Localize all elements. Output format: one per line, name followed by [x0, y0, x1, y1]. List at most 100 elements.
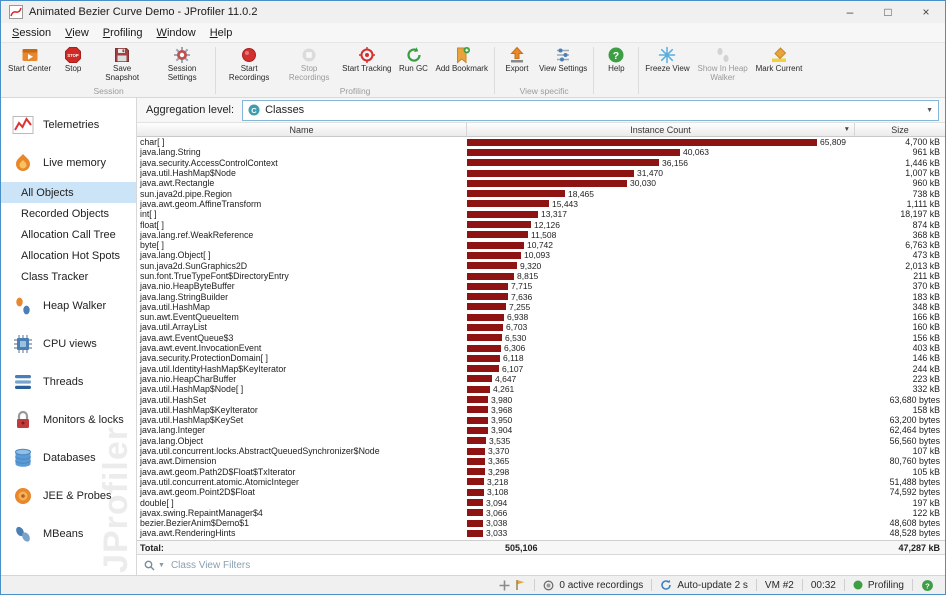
statusbar-segment-quick-actions[interactable] — [491, 576, 534, 594]
sidebar-subitem-class-tracker[interactable]: Class Tracker — [1, 266, 136, 287]
table-row[interactable]: byte[ ] 10,742 6,763 kB — [137, 240, 945, 250]
sidebar-subitem-allocation-hot-spots[interactable]: Allocation Hot Spots — [1, 245, 136, 266]
cell-name: char[ ] — [140, 137, 165, 148]
sidebar-subitem-recorded-objects[interactable]: Recorded Objects — [1, 203, 136, 224]
stop-button[interactable]: STOP Stop — [54, 45, 92, 74]
table-row[interactable]: java.lang.Object[ ] 10,093 473 kB — [137, 250, 945, 260]
save-snapshot-button[interactable]: Save Snapshot — [92, 45, 152, 82]
table-row[interactable]: bezier.BezierAnim$Demo$1 3,038 48,608 byte… — [137, 518, 945, 528]
sidebar-item-jee-probes[interactable]: JEE & Probes — [1, 477, 136, 515]
cell-instance-count: 6,306 — [467, 343, 855, 353]
cell-name: float[ ] — [140, 219, 164, 230]
table-row[interactable]: java.util.concurrent.locks.AbstractQueue… — [137, 446, 945, 456]
sidebar-item-cpu-views[interactable]: CPU views — [1, 325, 136, 363]
table-row[interactable]: java.util.IdentityHashMap$KeyIterator 6,1… — [137, 364, 945, 374]
show-in-heap-walker-button[interactable]: Show In Heap Walker — [693, 45, 753, 82]
table-row[interactable]: java.awt.geom.Point2D$Float 3,108 74,592 b… — [137, 487, 945, 497]
column-header-size[interactable]: Size — [855, 123, 945, 136]
class-view-filters-input[interactable]: ▼ Class View Filters — [137, 554, 945, 575]
statusbar-segment-auto-update[interactable]: Auto-update 2 s — [652, 576, 756, 594]
table-row[interactable]: java.lang.Integer 3,904 62,464 bytes — [137, 425, 945, 435]
table-row[interactable]: java.security.ProtectionDomain[ ] 6,118 14… — [137, 353, 945, 363]
export-button[interactable]: Export — [498, 45, 536, 74]
cell-name: java.awt.geom.Point2D$Float — [140, 487, 255, 498]
instance-count-bar — [467, 499, 483, 507]
table-row[interactable]: sun.awt.EventQueueItem 6,938 166 kB — [137, 312, 945, 322]
menu-view[interactable]: View — [58, 27, 96, 39]
table-row[interactable]: java.awt.geom.AffineTransform 15,443 1,111… — [137, 199, 945, 209]
table-row[interactable]: java.util.HashSet 3,980 63,680 bytes — [137, 394, 945, 405]
start-center-button[interactable]: Start Center — [5, 45, 54, 74]
view-settings-button[interactable]: View Settings — [536, 45, 590, 74]
cell-name: java.awt.RenderingHints — [140, 528, 236, 539]
table-row[interactable]: java.awt.Rectangle 30,030 960 kB — [137, 178, 945, 188]
close-button[interactable]: × — [907, 1, 945, 23]
sidebar-item-threads[interactable]: Threads — [1, 363, 136, 401]
table-row[interactable]: java.util.HashMap$Node 31,470 1,007 kB — [137, 168, 945, 178]
freeze-view-button[interactable]: Freeze View — [642, 45, 692, 74]
stop-recordings-button[interactable]: Stop Recordings — [279, 45, 339, 82]
table-row[interactable]: java.awt.EventQueue$3 6,530 156 kB — [137, 333, 945, 343]
table-row[interactable]: java.util.HashMap$KeySet 3,950 63,200 byte… — [137, 415, 945, 425]
table-row[interactable]: java.lang.ref.WeakReference 11,508 368 kB — [137, 230, 945, 240]
add-bookmark-button[interactable]: Add Bookmark — [433, 45, 491, 74]
start-recordings-icon — [240, 46, 258, 64]
menu-help[interactable]: Help — [203, 27, 240, 39]
table-row[interactable]: java.util.HashMap$Node[ ] 4,261 332 kB — [137, 384, 945, 394]
table-row[interactable]: java.awt.Dimension 3,365 80,760 bytes — [137, 456, 945, 466]
session-settings-button[interactable]: Session Settings — [152, 45, 212, 82]
menu-profiling[interactable]: Profiling — [96, 27, 150, 39]
cell-size: 160 kB — [912, 322, 940, 333]
run-gc-button[interactable]: Run GC — [395, 45, 433, 74]
table-row[interactable]: java.lang.Object 3,535 56,560 bytes — [137, 436, 945, 446]
table-row[interactable]: java.util.ArrayList 6,703 160 kB — [137, 322, 945, 332]
table-row[interactable]: sun.java2d.pipe.Region 18,465 738 kB — [137, 188, 945, 199]
cell-size: 48,608 bytes — [889, 518, 940, 529]
minimize-button[interactable]: – — [831, 1, 869, 23]
table-row[interactable]: char[ ] 65,809 4,700 kB — [137, 137, 945, 147]
table-row[interactable]: java.awt.RenderingHints 3,033 48,528 bytes — [137, 528, 945, 538]
table-row[interactable]: java.lang.String 40,063 961 kB — [137, 147, 945, 157]
maximize-button[interactable]: □ — [869, 1, 907, 23]
sidebar-item-telemetries[interactable]: Telemetries — [1, 106, 136, 144]
statusbar-segment-profiling-state[interactable]: Profiling — [845, 576, 912, 594]
table-row[interactable]: java.util.HashMap$KeyIterator 3,968 158 kB — [137, 405, 945, 415]
cell-name: byte[ ] — [140, 240, 164, 251]
table-row[interactable]: java.awt.geom.Path2D$Float$TxIterator 3,2… — [137, 467, 945, 477]
table-row[interactable]: java.nio.HeapCharBuffer 4,647 223 kB — [137, 374, 945, 384]
table-row[interactable]: java.lang.StringBuilder 7,636 183 kB — [137, 291, 945, 302]
table-row[interactable]: java.util.HashMap 7,255 348 kB — [137, 302, 945, 312]
statusbar-segment-help[interactable]: ? — [913, 576, 942, 594]
start-tracking-button[interactable]: Start Tracking — [339, 45, 394, 74]
table-row[interactable]: java.security.AccessControlContext 36,156… — [137, 158, 945, 168]
table-row[interactable]: javax.swing.RepaintManager$4 3,066 122 kB — [137, 508, 945, 518]
table-row[interactable]: java.nio.HeapByteBuffer 7,715 370 kB — [137, 281, 945, 291]
sidebar-item-live-memory[interactable]: Live memory — [1, 144, 136, 182]
start-recordings-button[interactable]: Start Recordings — [219, 45, 279, 82]
table-row[interactable]: java.util.concurrent.atomic.AtomicIntege… — [137, 477, 945, 487]
table-row[interactable]: sun.font.TrueTypeFont$DirectoryEntry 8,81… — [137, 271, 945, 281]
sidebar-item-monitors-locks[interactable]: Monitors & locks — [1, 401, 136, 439]
column-header-name[interactable]: Name — [137, 123, 467, 136]
start-tracking-icon — [358, 46, 376, 64]
sidebar-item-label: Monitors & locks — [43, 414, 124, 426]
statusbar-segment-active-recordings[interactable]: 0 active recordings — [535, 576, 651, 594]
help-button[interactable]: ? Help — [597, 45, 635, 74]
sidebar-item-heap-walker[interactable]: Heap Walker — [1, 287, 136, 325]
sidebar-subitem-all-objects[interactable]: All Objects — [1, 182, 136, 203]
mark-current-button[interactable]: Mark Current — [753, 45, 806, 74]
table-row[interactable]: java.awt.event.InvocationEvent 6,306 403 k… — [137, 343, 945, 353]
sidebar-subitem-allocation-call-tree[interactable]: Allocation Call Tree — [1, 224, 136, 245]
sidebar-item-databases[interactable]: Databases — [1, 439, 136, 477]
total-label: Total: — [140, 542, 164, 553]
column-header-instance-count[interactable]: Instance Count ▼ — [467, 123, 855, 136]
table-row[interactable]: double[ ] 3,094 197 kB — [137, 497, 945, 508]
table-row[interactable]: float[ ] 12,126 874 kB — [137, 219, 945, 230]
aggregation-select[interactable]: C Classes ▼ — [242, 99, 939, 121]
statusbar-segment-vm-number[interactable]: VM #2 — [757, 576, 802, 594]
table-row[interactable]: int[ ] 13,317 18,197 kB — [137, 209, 945, 219]
menu-window[interactable]: Window — [150, 27, 203, 39]
table-row[interactable]: sun.java2d.SunGraphics2D 9,320 2,013 kB — [137, 261, 945, 271]
menu-session[interactable]: Session — [5, 27, 58, 39]
sidebar-item-mbeans[interactable]: MBeans — [1, 515, 136, 553]
